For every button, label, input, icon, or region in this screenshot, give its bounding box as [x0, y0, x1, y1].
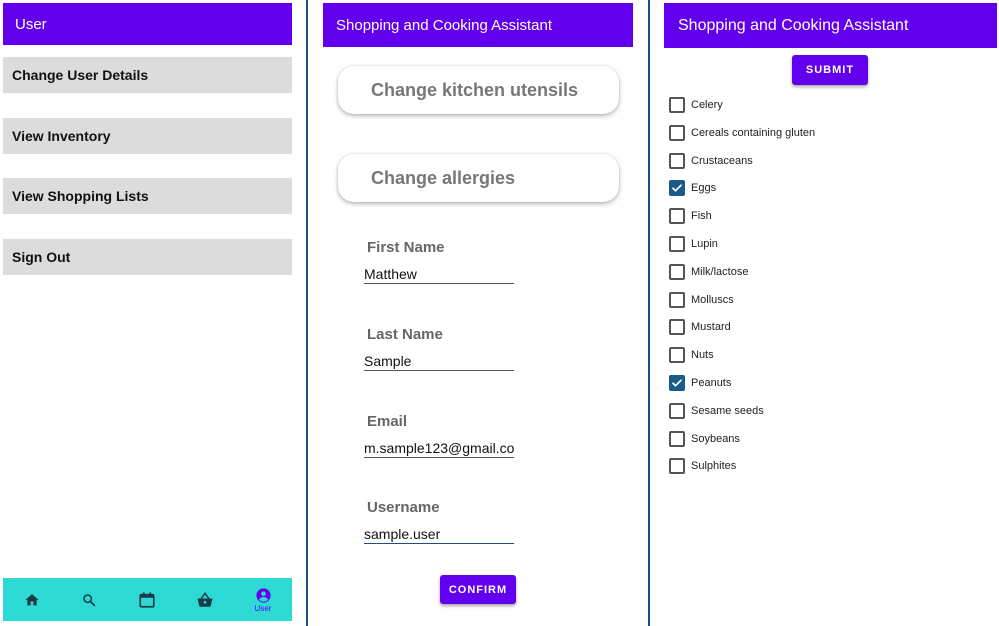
username-label: Username — [367, 499, 440, 516]
checkbox[interactable] — [669, 152, 685, 169]
edit-user-details-screen: Shopping and Cooking Assistant Change ki… — [308, 0, 649, 626]
allergy-label: Crustaceans — [691, 154, 753, 167]
allergy-label: Sesame seeds — [691, 404, 764, 417]
checkbox[interactable] — [669, 208, 685, 225]
allergy-option-crustaceans[interactable]: Crustaceans — [669, 151, 753, 171]
menu-item-label: Sign Out — [12, 249, 71, 265]
allergy-option-celery[interactable]: Celery — [669, 95, 723, 115]
user-screen: User Change User Details View Inventory … — [0, 0, 306, 626]
panel-divider — [648, 0, 650, 626]
checkbox[interactable] — [669, 124, 685, 141]
allergy-label: Cereals containing gluten — [691, 126, 816, 139]
check-icon — [672, 184, 682, 192]
allergy-option-sesame-seeds[interactable]: Sesame seeds — [669, 401, 764, 421]
view-inventory-button[interactable]: View Inventory — [3, 118, 292, 154]
basket-icon — [197, 591, 213, 607]
allergy-label: Nuts — [691, 349, 714, 362]
confirm-button[interactable]: CONFIRM — [440, 575, 516, 604]
first-name-field[interactable] — [364, 264, 514, 284]
checkbox[interactable] — [669, 375, 685, 391]
view-shopping-lists-button[interactable]: View Shopping Lists — [3, 178, 292, 214]
user-app-bar: User — [3, 3, 292, 45]
allergy-option-molluscs[interactable]: Molluscs — [669, 290, 734, 310]
allergy-option-soybeans[interactable]: Soybeans — [669, 429, 740, 449]
sign-out-button[interactable]: Sign Out — [3, 239, 292, 275]
nav-home[interactable] — [12, 578, 52, 621]
allergy-option-sulphites[interactable]: Sulphites — [669, 456, 736, 476]
nav-calendar[interactable] — [127, 578, 167, 621]
checkbox[interactable] — [669, 347, 685, 364]
allergy-label: Milk/lactose — [691, 265, 749, 278]
allergy-label: Sulphites — [691, 460, 737, 473]
allergy-option-milk-lactose[interactable]: Milk/lactose — [669, 262, 748, 282]
user-screen-title: User — [15, 15, 47, 33]
allergies-app-bar: Shopping and Cooking Assistant — [664, 3, 997, 48]
allergy-label: Peanuts — [691, 377, 732, 389]
allergies-screen: Shopping and Cooking Assistant SUBMIT Ce… — [651, 0, 999, 626]
allergy-option-nuts[interactable]: Nuts — [669, 345, 714, 365]
checkbox[interactable] — [669, 319, 685, 336]
nav-search[interactable] — [69, 578, 109, 621]
pill-label: Change allergies — [371, 167, 516, 188]
nav-user[interactable]: User — [243, 578, 283, 621]
pill-label: Change kitchen utensils — [371, 79, 579, 100]
checkbox[interactable] — [669, 402, 685, 419]
allergy-label: Mustard — [691, 321, 731, 334]
home-icon — [25, 593, 39, 605]
form-app-bar: Shopping and Cooking Assistant — [323, 3, 633, 47]
allergy-label: Celery — [691, 99, 723, 111]
allergy-label: Lupin — [691, 238, 718, 250]
menu-item-label: Change User Details — [12, 67, 149, 83]
email-field[interactable] — [364, 438, 514, 458]
allergy-option-cereals-containing-gluten[interactable]: Cereals containing gluten — [669, 123, 815, 143]
allergy-option-lupin[interactable]: Lupin — [669, 234, 718, 254]
menu-item-label: View Shopping Lists — [12, 188, 149, 204]
nav-basket[interactable] — [185, 578, 225, 621]
checkbox[interactable] — [669, 236, 685, 252]
email-label: Email — [367, 413, 408, 430]
allergy-option-mustard[interactable]: Mustard — [669, 317, 731, 337]
username-field[interactable] — [364, 524, 514, 544]
nav-user-label: User — [254, 603, 272, 613]
bottom-navigation: User — [3, 578, 292, 621]
checkbox[interactable] — [669, 180, 685, 197]
last-name-field[interactable] — [364, 351, 514, 371]
allergy-label: Soybeans — [691, 432, 740, 445]
checkbox[interactable] — [669, 263, 685, 280]
submit-button[interactable]: SUBMIT — [792, 55, 868, 85]
checkbox[interactable] — [669, 97, 685, 113]
menu-item-label: View Inventory — [12, 128, 111, 144]
form-screen-title: Shopping and Cooking Assistant — [336, 16, 552, 34]
user-icon — [255, 587, 271, 603]
change-kitchen-utensils-button[interactable]: Change kitchen utensils — [338, 66, 619, 114]
allergy-option-fish[interactable]: Fish — [669, 206, 712, 226]
allergies-screen-title: Shopping and Cooking Assistant — [678, 16, 909, 34]
allergy-label: Eggs — [691, 182, 717, 195]
search-icon — [83, 593, 96, 606]
calendar-icon — [139, 592, 155, 608]
allergy-option-eggs[interactable]: Eggs — [669, 178, 716, 198]
change-allergies-button[interactable]: Change allergies — [338, 154, 619, 202]
change-user-details-button[interactable]: Change User Details — [3, 57, 292, 93]
checkbox[interactable] — [669, 458, 685, 475]
last-name-label: Last Name — [367, 326, 443, 343]
allergy-option-peanuts[interactable]: Peanuts — [669, 373, 731, 393]
allergy-label: Molluscs — [691, 293, 734, 306]
checkbox[interactable] — [669, 291, 685, 308]
checkbox[interactable] — [669, 430, 685, 447]
first-name-label: First Name — [367, 239, 445, 256]
check-icon — [672, 379, 682, 387]
allergy-label: Fish — [691, 210, 712, 223]
